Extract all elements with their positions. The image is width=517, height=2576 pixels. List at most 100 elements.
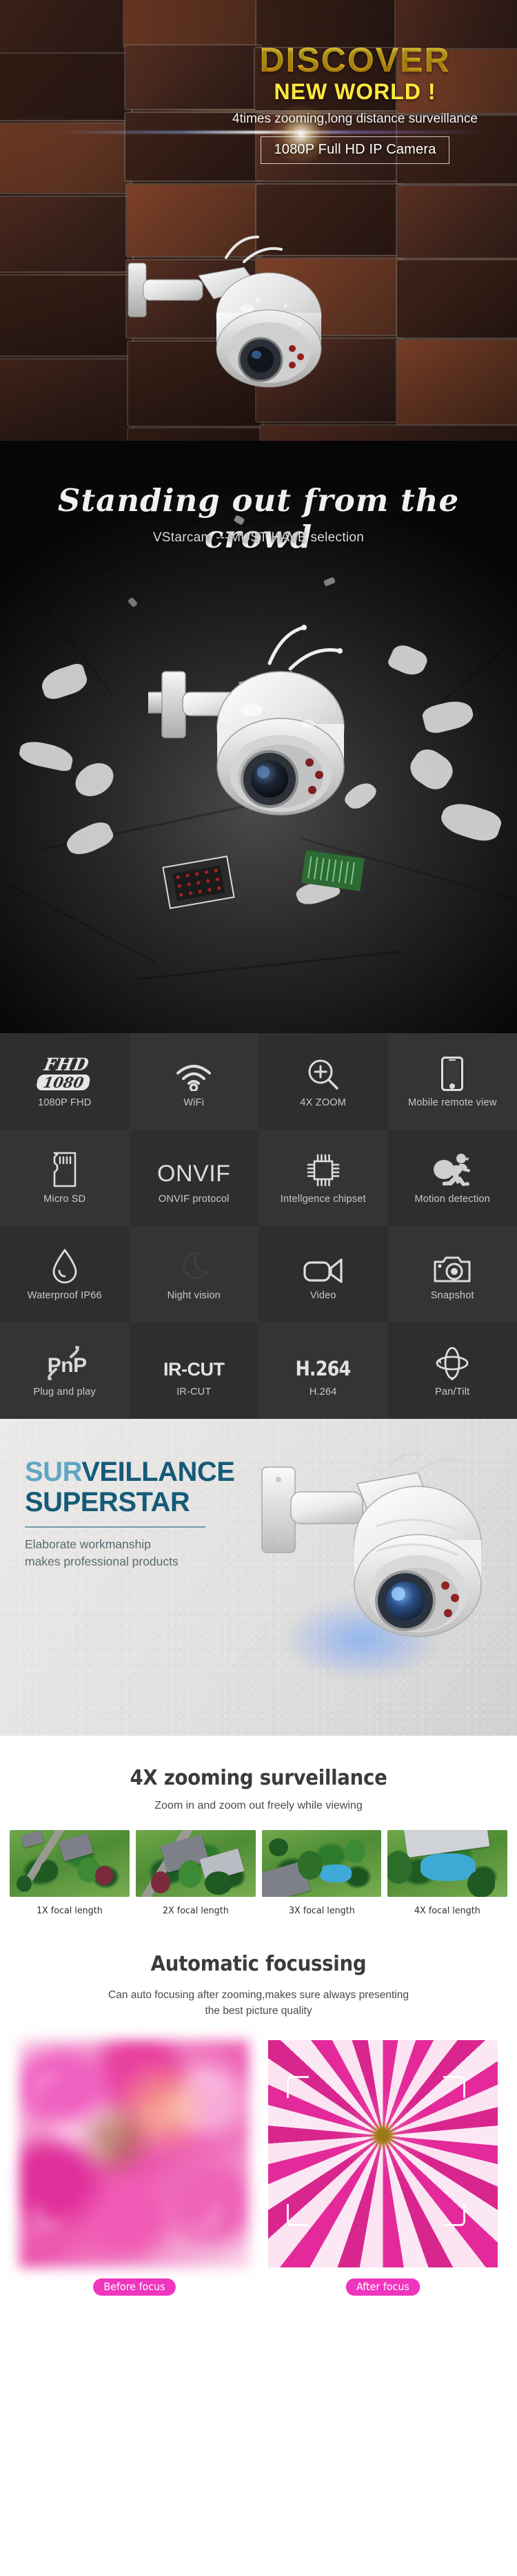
feature-label: 4X ZOOM <box>300 1097 347 1108</box>
aerial-photo-1x <box>10 1830 130 1897</box>
bracket-bottom-left <box>286 2204 309 2227</box>
fhd-icon-top-text: FHD <box>42 1054 90 1074</box>
feature-tile-snapshot[interactable]: Snapshot <box>387 1226 517 1322</box>
superstar-body-line2: makes professional products <box>25 1555 179 1569</box>
aerial-photo-3x <box>261 1830 382 1897</box>
ptz-camera-hero-illustration <box>148 625 345 816</box>
feature-label: Night vision <box>167 1289 221 1301</box>
standing-out-banner: Standing out from the crowd VStarcam ---… <box>0 441 517 1033</box>
focal-shot-3x[interactable]: 3X focal length <box>261 1830 382 1916</box>
focal-shot-4x[interactable]: 4X focal length <box>387 1830 507 1916</box>
feature-label: H.264 <box>309 1386 337 1398</box>
water-drop-icon <box>51 1248 79 1284</box>
superstar-title-line1: SURVEILLANCE <box>25 1457 235 1487</box>
feature-label: Waterproof IP66 <box>27 1289 102 1301</box>
zoom-surveillance-section: 4X zooming surveillance Zoom in and zoom… <box>0 1736 517 1916</box>
ptz-camera-illustration <box>128 236 322 388</box>
feature-grid: FHD 1080 1080P FHD WiFi 4X ZOOM Mobile r… <box>0 1033 517 1419</box>
onvif-wordmark-icon: ONVIF <box>157 1152 230 1187</box>
focal-caption: 3X focal length <box>288 1905 355 1916</box>
focal-caption: 2X focal length <box>162 1905 229 1916</box>
aerial-photo-4x <box>387 1830 507 1897</box>
feature-tile-h264[interactable]: H.264 H.264 <box>258 1322 388 1419</box>
superstar-title-part2: VEILLANCE <box>81 1457 235 1487</box>
feature-label: WiFi <box>183 1097 205 1108</box>
focus-brackets <box>37 2076 217 2227</box>
zoom-in-icon <box>307 1055 340 1091</box>
fhd-icon-bottom-text: 1080 <box>35 1074 91 1091</box>
feature-label: IR-CUT <box>176 1386 212 1398</box>
fhd-1080-icon: FHD 1080 <box>35 1054 91 1091</box>
video-camera-icon <box>303 1248 343 1284</box>
feature-label: Micro SD <box>43 1193 86 1205</box>
focus-subtitle-line2: the best picture quality <box>205 2005 312 2017</box>
feature-tile-mobile-remote-view[interactable]: Mobile remote view <box>387 1033 517 1130</box>
superstar-body-line1: Elaborate workmanship <box>25 1537 151 1551</box>
feature-tile-night-vision[interactable]: Night vision <box>129 1226 258 1322</box>
focus-before-item[interactable]: Before focus <box>19 2039 249 2296</box>
feature-label: Plug and play <box>33 1386 96 1398</box>
bracket-bottom-right <box>443 2204 466 2227</box>
focal-length-gallery: 1X focal length 2X focal length 3X focal… <box>0 1830 517 1916</box>
bracket-top-right <box>194 2076 217 2099</box>
ir-cut-wordmark-text: IR-CUT <box>163 1358 225 1380</box>
feature-label: Video <box>310 1289 336 1301</box>
chipset-icon <box>306 1152 341 1187</box>
ir-cut-wordmark-icon: IR-CUT <box>163 1344 225 1380</box>
feature-label: Intellgence chipset <box>280 1193 366 1205</box>
wifi-icon <box>175 1055 212 1091</box>
feature-tile-pan-tilt[interactable]: Pan/Tilt <box>387 1322 517 1419</box>
feature-tile-ir-cut[interactable]: IR-CUT IR-CUT <box>129 1322 258 1419</box>
feature-label: Pan/Tilt <box>435 1386 470 1398</box>
after-focus-badge: After focus <box>345 2278 420 2296</box>
feature-tile-micro-sd[interactable]: Micro SD <box>0 1130 130 1226</box>
night-vision-icon <box>177 1248 210 1284</box>
feature-tile-4x-zoom[interactable]: 4X ZOOM <box>258 1033 388 1130</box>
hero-subheadline: NEW WORLD ! <box>274 79 436 104</box>
superstar-divider <box>25 1526 205 1528</box>
focal-caption: 1X focal length <box>36 1905 103 1916</box>
surveillance-superstar-section: SURVEILLANCE SUPERSTAR Elaborate workman… <box>0 1419 517 1736</box>
product-detail-page: DISCOVER NEW WORLD ! 4times zooming,long… <box>0 0 517 2576</box>
hero-headline: DISCOVER <box>207 43 503 78</box>
pnp-wordmark-icon: PnP <box>43 1344 87 1380</box>
feature-tile-intelligence-chipset[interactable]: Intellgence chipset <box>258 1130 388 1226</box>
micro-sd-card-icon <box>52 1152 78 1187</box>
bracket-top-left <box>37 2076 60 2099</box>
focus-section-title: Automatic focussing <box>150 1952 367 1976</box>
bracket-bottom-right <box>194 2204 217 2227</box>
feature-tile-waterproof-ip66[interactable]: Waterproof IP66 <box>0 1226 130 1322</box>
feature-tile-plug-and-play[interactable]: PnP Plug and play <box>0 1322 130 1419</box>
bracket-top-left <box>286 2076 309 2099</box>
focus-comparison: Before focus After focus <box>0 2039 517 2296</box>
photo-camera-icon <box>434 1248 471 1284</box>
feature-tile-1080p-fhd[interactable]: FHD 1080 1080P FHD <box>0 1033 130 1130</box>
focal-shot-1x[interactable]: 1X focal length <box>10 1830 130 1916</box>
flower-photo-unfocused <box>19 2039 249 2267</box>
feature-label: ONVIF protocol <box>158 1193 230 1205</box>
h264-wordmark-icon: H.264 <box>292 1344 354 1380</box>
feature-label: 1080P FHD <box>38 1097 92 1108</box>
flower-photo-focused <box>268 2039 498 2267</box>
feature-label: Snapshot <box>430 1289 474 1301</box>
banner-brand-line: VStarcam ---MUST HAVE selection <box>152 530 365 545</box>
focus-subtitle-line1: Can auto focusing after zooming,makes su… <box>108 1989 409 2001</box>
onvif-wordmark-text: ONVIF <box>157 1160 231 1187</box>
feature-label: Motion detection <box>414 1193 491 1205</box>
focal-shot-2x[interactable]: 2X focal length <box>135 1830 256 1916</box>
pan-tilt-icon <box>434 1344 470 1380</box>
zoom-section-subtitle: Zoom in and zoom out freely while viewin… <box>154 1800 363 1811</box>
zoom-section-title: 4X zooming surveillance <box>130 1766 387 1790</box>
bracket-top-right <box>443 2076 466 2099</box>
hero-banner: DISCOVER NEW WORLD ! 4times zooming,long… <box>0 0 517 441</box>
bracket-bottom-left <box>37 2204 60 2227</box>
smartphone-icon <box>441 1055 464 1091</box>
feature-tile-wifi[interactable]: WiFi <box>129 1033 258 1130</box>
feature-tile-motion-detection[interactable]: Motion detection <box>387 1130 517 1226</box>
feature-label: Mobile remote view <box>407 1097 497 1108</box>
hero-spec-badge: 1080P Full HD IP Camera <box>261 136 449 164</box>
focus-after-item[interactable]: After focus <box>268 2039 498 2296</box>
feature-tile-onvif-protocol[interactable]: ONVIF ONVIF protocol <box>129 1130 258 1226</box>
automatic-focussing-section: Automatic focussing Can auto focusing af… <box>0 1916 517 2296</box>
feature-tile-video[interactable]: Video <box>258 1226 388 1322</box>
